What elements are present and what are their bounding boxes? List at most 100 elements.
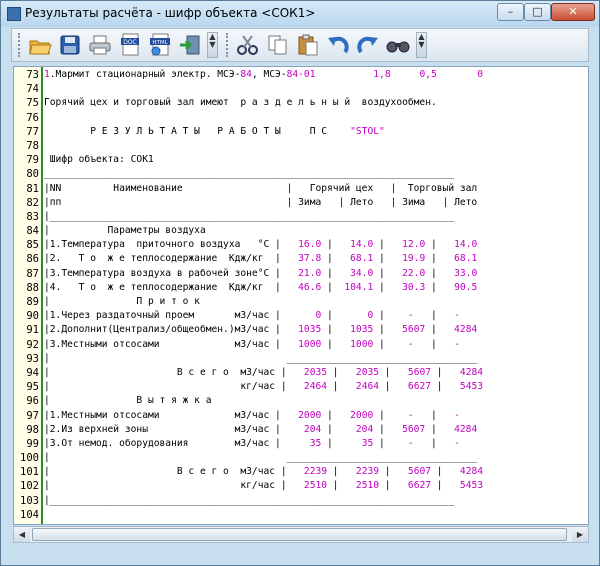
line-number: 90 xyxy=(26,310,39,323)
line-text: Горячий цех и торговый зал имеют р а з д… xyxy=(44,97,437,109)
line-number: 96 xyxy=(26,395,39,408)
line-number: 103 xyxy=(20,494,39,507)
text-line: 104 xyxy=(14,508,588,522)
minimize-button[interactable]: – xyxy=(497,3,524,21)
line-text: |3.Температура воздуха в рабочей зоне°С … xyxy=(44,267,478,279)
app-icon xyxy=(7,7,21,21)
line-text: |1.Через раздаточный проем м3/час | 0 | … xyxy=(44,310,460,322)
line-text: | _________________________________ xyxy=(44,452,478,464)
line-number: 86 xyxy=(26,253,39,266)
save-icon[interactable] xyxy=(56,32,84,58)
line-number: 79 xyxy=(26,154,39,167)
text-line: 83 |_____________________________________… xyxy=(14,210,588,224)
scroll-left-button[interactable]: ◀ xyxy=(14,527,30,542)
line-number: 91 xyxy=(26,324,39,337)
line-text: |3.От немод. оборудования м3/час | 35 | … xyxy=(44,437,460,449)
text-line: 80 ______________________________________… xyxy=(14,167,588,181)
text-line: 87 |3.Температура воздуха в рабочей зоне°… xyxy=(14,267,588,281)
scroll-right-button[interactable]: ▶ xyxy=(572,527,588,542)
redo-icon[interactable] xyxy=(354,32,382,58)
line-text: |2.Дополнит(Централиз/общеобмен.)м3/час … xyxy=(44,324,478,336)
undo-icon[interactable] xyxy=(324,32,352,58)
line-text: |3.Местными отсосами м3/час | 1000 | 100… xyxy=(44,338,460,350)
html-export-icon[interactable]: HTML xyxy=(146,32,174,58)
paste-icon[interactable] xyxy=(294,32,322,58)
results-text-editor[interactable]: 73 1.Мармит стационарный электр. МСЭ-84, … xyxy=(13,66,589,525)
line-number: 97 xyxy=(26,409,39,422)
text-line: 73 1.Мармит стационарный электр. МСЭ-84, … xyxy=(14,68,588,82)
toolbar-grip[interactable] xyxy=(18,33,23,57)
line-text: |NN Наименование | Горячий цех | Торговы… xyxy=(44,182,478,194)
print-icon[interactable] xyxy=(86,32,114,58)
text-line: 95 | кг/час | 2464 | 2464 | 6627 | 5453 xyxy=(14,380,588,394)
line-number: 80 xyxy=(26,168,39,181)
text-line: 84 | Параметры воздуха xyxy=(14,224,588,238)
text-line: 102 | кг/час | 2510 | 2510 | 6627 | 5453 xyxy=(14,479,588,493)
horizontal-scroll-thumb[interactable] xyxy=(32,528,567,541)
text-line: 103 |____________________________________… xyxy=(14,494,588,508)
text-lines: 73 1.Мармит стационарный электр. МСЭ-84, … xyxy=(14,68,588,522)
text-line: 91 |2.Дополнит(Централиз/общеобмен.)м3/ча… xyxy=(14,323,588,337)
line-text: | В с е г о м3/час | 2239 | 2239 | 5607 … xyxy=(44,466,484,478)
text-line: 82 |пп | Зима | Лето | Зима | Лето xyxy=(14,196,588,210)
line-number: 98 xyxy=(26,423,39,436)
toolbar-overflow-chevron-2[interactable]: ▲ ▼ xyxy=(416,32,427,58)
text-line: 96 | В ы т я ж к а xyxy=(14,394,588,408)
toolbar: DOC HTML ▲ ▼ ▲ ▼ xyxy=(11,28,589,62)
line-number: 87 xyxy=(26,267,39,280)
line-number: 92 xyxy=(26,338,39,351)
open-folder-icon[interactable] xyxy=(26,32,54,58)
text-line: 74 xyxy=(14,82,588,96)
line-number: 84 xyxy=(26,225,39,238)
line-text: | _________________________________ xyxy=(44,352,478,364)
line-number: 101 xyxy=(20,466,39,479)
line-text: | кг/час | 2464 | 2464 | 6627 | 5453 xyxy=(44,381,484,393)
line-number: 77 xyxy=(26,125,39,138)
line-number: 99 xyxy=(26,437,39,450)
line-text: 1.Мармит стационарный электр. МСЭ-84, МС… xyxy=(44,69,484,80)
text-line: 99 |3.От немод. оборудования м3/час | 35 … xyxy=(14,437,588,451)
line-number: 85 xyxy=(26,239,39,252)
horizontal-scrollbar[interactable]: ◀ ▶ xyxy=(13,526,589,543)
line-number: 78 xyxy=(26,139,39,152)
line-number: 83 xyxy=(26,210,39,223)
line-number: 73 xyxy=(26,69,39,81)
text-line: 86 |2. Т о ж е теплосодержание Кдж/кг | 3… xyxy=(14,252,588,266)
text-line: 79 Шифр объекта: СОК1 xyxy=(14,153,588,167)
line-text: |_______________________________________… xyxy=(44,494,455,506)
app-window: Результаты расчёта - шифр объекта <СОК1>… xyxy=(0,0,600,566)
toolbar-grip-2[interactable] xyxy=(226,33,231,57)
line-text: | В ы т я ж к а xyxy=(44,395,212,407)
doc-export-icon[interactable]: DOC xyxy=(116,32,144,58)
copy-icon[interactable] xyxy=(264,32,292,58)
line-number: 82 xyxy=(26,196,39,209)
text-line: 94 | В с е г о м3/час | 2035 | 2035 | 560… xyxy=(14,366,588,380)
text-line: 93 | _________________________________ xyxy=(14,352,588,366)
line-number: 88 xyxy=(26,281,39,294)
maximize-button[interactable]: □ xyxy=(524,3,551,21)
find-binoculars-icon[interactable] xyxy=(384,32,412,58)
html-export-label: HTML xyxy=(152,40,168,46)
window-title: Результаты расчёта - шифр объекта <СОК1> xyxy=(25,6,316,20)
line-text: Шифр объекта: СОК1 xyxy=(44,154,154,166)
status-bar xyxy=(1,546,599,565)
line-text: ________________________________________… xyxy=(44,168,455,180)
exit-icon[interactable] xyxy=(176,32,204,58)
doc-export-label: DOC xyxy=(123,39,137,46)
title-bar[interactable]: Результаты расчёта - шифр объекта <СОК1>… xyxy=(1,1,599,27)
line-number: 94 xyxy=(26,366,39,379)
text-line: 101 | В с е г о м3/час | 2239 | 2239 | 56… xyxy=(14,465,588,479)
toolbar-overflow-chevron[interactable]: ▲ ▼ xyxy=(207,32,218,58)
cut-icon[interactable] xyxy=(234,32,262,58)
line-text: |1.Температура приточного воздуха °С | 1… xyxy=(44,239,478,251)
line-number: 89 xyxy=(26,296,39,308)
line-number: 81 xyxy=(26,182,39,195)
close-button[interactable]: ✕ xyxy=(551,3,595,21)
line-text: | В с е г о м3/час | 2035 | 2035 | 5607 … xyxy=(44,366,484,378)
line-text: |4. Т о ж е теплосодержание Кдж/кг | 46.… xyxy=(44,281,478,293)
text-line: 81 |NN Наименование | Горячий цех | Торго… xyxy=(14,182,588,196)
line-number: 102 xyxy=(20,480,39,493)
line-text: Р Е З У Л Ь Т А Т Ы Р А Б О Т Ы П С "STO… xyxy=(44,125,385,137)
line-text: | Параметры воздуха xyxy=(44,225,206,237)
text-line: 75 Горячий цех и торговый зал имеют р а з… xyxy=(14,96,588,110)
